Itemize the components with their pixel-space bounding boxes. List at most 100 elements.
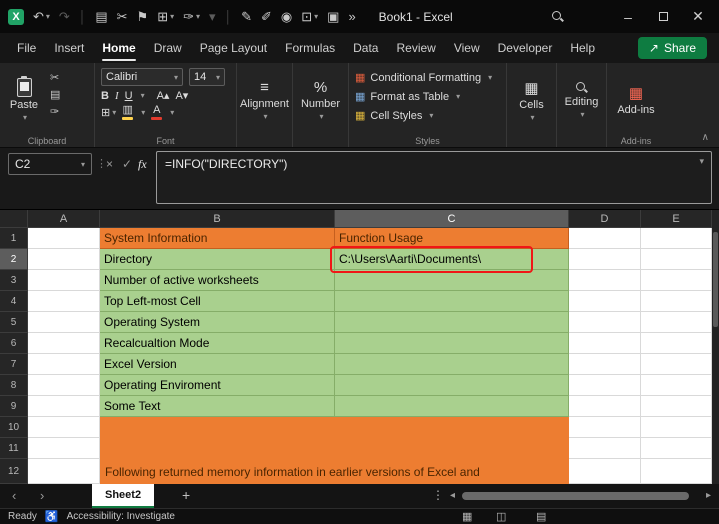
horizontal-scrollbar-thumb[interactable] <box>462 492 689 500</box>
confirm-entry-icon[interactable]: ✓ <box>122 157 132 171</box>
tab-data[interactable]: Data <box>344 33 387 63</box>
cell-d2[interactable] <box>569 249 641 270</box>
cell-e6[interactable] <box>641 333 712 354</box>
notebook-icon[interactable]: ▣ <box>327 10 339 23</box>
cell-a3[interactable] <box>28 270 100 291</box>
undo-button[interactable]: ↶▾ <box>33 10 50 23</box>
cell-c3[interactable] <box>335 270 569 291</box>
cell-e9[interactable] <box>641 396 712 417</box>
cell-a1[interactable] <box>28 228 100 249</box>
tab-help[interactable]: Help <box>561 33 604 63</box>
cell-d3[interactable] <box>569 270 641 291</box>
vertical-scrollbar-thumb[interactable] <box>713 232 718 327</box>
cell-e12[interactable] <box>641 459 712 484</box>
vertical-scrollbar[interactable] <box>712 210 719 484</box>
font-size-select[interactable]: 14▾ <box>189 68 225 86</box>
cancel-entry-icon[interactable]: × <box>106 157 113 171</box>
cell-b4[interactable]: Top Left-most Cell <box>100 291 335 312</box>
cell-c7[interactable] <box>335 354 569 375</box>
name-box-dropdown-icon[interactable]: ▾ <box>81 160 85 169</box>
tab-home[interactable]: Home <box>93 33 144 63</box>
cell-a10[interactable] <box>28 417 100 438</box>
highlighter-icon[interactable]: ✐ <box>261 10 272 23</box>
cell-c9[interactable] <box>335 396 569 417</box>
cell-e8[interactable] <box>641 375 712 396</box>
format-painter-button[interactable]: ✑ <box>50 105 60 118</box>
row-header-7[interactable]: 7 <box>0 354 28 375</box>
bold-button[interactable]: B <box>101 90 109 102</box>
cell-a5[interactable] <box>28 312 100 333</box>
more-commands-icon[interactable]: » <box>348 10 355 23</box>
tab-review[interactable]: Review <box>387 33 444 63</box>
cell-c1[interactable]: Function Usage <box>335 228 569 249</box>
merged-note-cell[interactable]: Following returned memory information in… <box>100 417 569 484</box>
row-header-8[interactable]: 8 <box>0 375 28 396</box>
cell-d1[interactable] <box>569 228 641 249</box>
overflow-chevron-icon[interactable]: ▾ <box>209 10 216 23</box>
row-header-11[interactable]: 11 <box>0 438 28 459</box>
cell-a7[interactable] <box>28 354 100 375</box>
cell-e5[interactable] <box>641 312 712 333</box>
restore-button[interactable] <box>650 12 676 21</box>
row-header-1[interactable]: 1 <box>0 228 28 249</box>
cell-e1[interactable] <box>641 228 712 249</box>
cell-a8[interactable] <box>28 375 100 396</box>
tab-page-layout[interactable]: Page Layout <box>191 33 276 63</box>
cut-icon[interactable]: ✂ <box>117 10 128 23</box>
cell-e3[interactable] <box>641 270 712 291</box>
cell-c8[interactable] <box>335 375 569 396</box>
normal-view-icon[interactable]: ▦ <box>462 510 472 523</box>
close-button[interactable]: ✕ <box>685 8 711 25</box>
cell-d12[interactable] <box>569 459 641 484</box>
conditional-formatting-button[interactable]: ▦ Conditional Formatting▾ <box>355 68 500 87</box>
row-header-9[interactable]: 9 <box>0 396 28 417</box>
column-header-a[interactable]: A <box>28 210 100 228</box>
cell-c6[interactable] <box>335 333 569 354</box>
tab-developer[interactable]: Developer <box>489 33 562 63</box>
format-as-table-button[interactable]: ▦ Format as Table▾ <box>355 87 500 106</box>
next-sheet-icon[interactable]: › <box>40 488 44 503</box>
scroll-right-icon[interactable]: ▸ <box>706 490 711 501</box>
font-color-button[interactable]: A <box>151 105 162 120</box>
number-button[interactable]: % Number ▾ <box>299 68 342 132</box>
cell-e2[interactable] <box>641 249 712 270</box>
camera-icon[interactable]: ◉ <box>281 10 292 23</box>
horizontal-scrollbar[interactable]: ◂ ▸ <box>450 492 711 501</box>
share-button[interactable]: ↗Share <box>638 37 707 59</box>
cell-d10[interactable] <box>569 417 641 438</box>
row-header-10[interactable]: 10 <box>0 417 28 438</box>
increase-font-button[interactable]: A▴ <box>157 89 170 102</box>
scroll-left-icon[interactable]: ◂ <box>450 490 455 501</box>
cell-e7[interactable] <box>641 354 712 375</box>
row-header-2[interactable]: 2 <box>0 249 28 270</box>
cell-d9[interactable] <box>569 396 641 417</box>
previous-sheet-icon[interactable]: ‹ <box>12 488 16 503</box>
column-header-c[interactable]: C <box>335 210 569 228</box>
cell-b3[interactable]: Number of active worksheets <box>100 270 335 291</box>
cell-c4[interactable] <box>335 291 569 312</box>
accessibility-status[interactable]: Accessibility: Investigate <box>67 511 175 522</box>
cell-d6[interactable] <box>569 333 641 354</box>
workbook-icon[interactable]: ▤ <box>95 10 107 23</box>
sheet-tab-sheet2[interactable]: Sheet2 <box>92 484 154 508</box>
cell-a2[interactable] <box>28 249 100 270</box>
editing-button[interactable]: Editing ▾ <box>563 68 600 132</box>
underline-button[interactable]: U <box>125 90 133 102</box>
cell-d7[interactable] <box>569 354 641 375</box>
insert-function-icon[interactable]: fx <box>138 157 147 172</box>
cell-b6[interactable]: Recalcualtion Mode <box>100 333 335 354</box>
cell-a11[interactable] <box>28 438 100 459</box>
addins-button[interactable]: ▦ Add-ins <box>613 68 659 132</box>
search-icon[interactable] <box>552 11 564 23</box>
cell-a4[interactable] <box>28 291 100 312</box>
column-header-e[interactable]: E <box>641 210 712 228</box>
column-header-b[interactable]: B <box>100 210 335 228</box>
paste-button[interactable]: Paste ▾ <box>6 68 42 132</box>
cut-button[interactable]: ✂ <box>50 71 60 84</box>
name-box[interactable]: C2 ▾ <box>8 153 92 175</box>
row-header-4[interactable]: 4 <box>0 291 28 312</box>
tab-insert[interactable]: Insert <box>45 33 93 63</box>
collapse-ribbon-icon[interactable]: ∧ <box>702 132 709 143</box>
cell-b1[interactable]: System Information <box>100 228 335 249</box>
cell-a9[interactable] <box>28 396 100 417</box>
